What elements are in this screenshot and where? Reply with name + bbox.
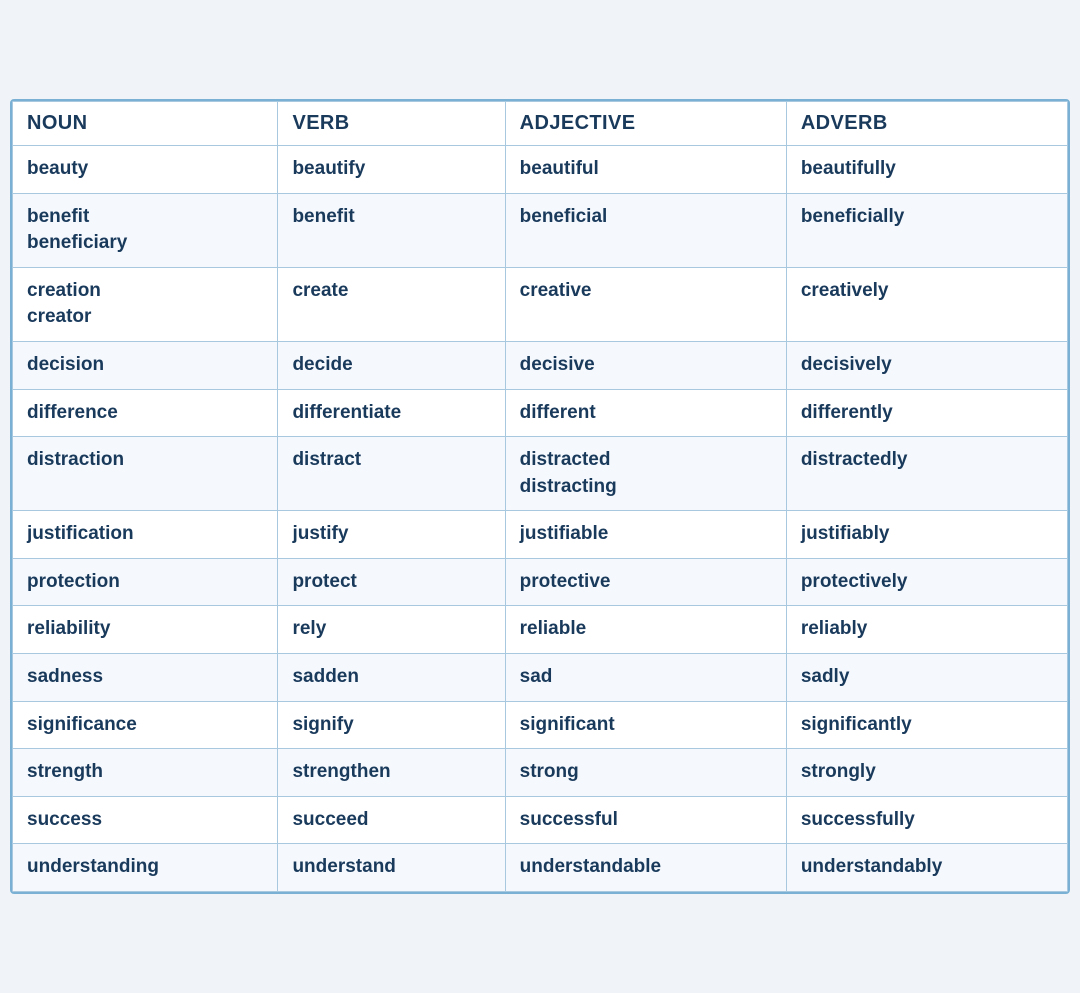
cell-noun: benefitbeneficiary xyxy=(13,193,278,267)
cell-verb: sadden xyxy=(278,654,505,702)
cell-noun: sadness xyxy=(13,654,278,702)
cell-noun: reliability xyxy=(13,606,278,654)
header-noun: NOUN xyxy=(13,101,278,145)
cell-adverb: successfully xyxy=(786,796,1067,844)
cell-verb: decide xyxy=(278,341,505,389)
table-row: successsucceedsuccessfulsuccessfully xyxy=(13,796,1068,844)
cell-noun: understanding xyxy=(13,844,278,892)
cell-verb: create xyxy=(278,267,505,341)
cell-noun: significance xyxy=(13,701,278,749)
table-row: benefitbeneficiarybenefitbeneficialbenef… xyxy=(13,193,1068,267)
table-row: protectionprotectprotectiveprotectively xyxy=(13,558,1068,606)
table-row: decisiondecidedecisivedecisively xyxy=(13,341,1068,389)
cell-adjective: understandable xyxy=(505,844,786,892)
table-row: understandingunderstandunderstandableund… xyxy=(13,844,1068,892)
cell-verb: beautify xyxy=(278,145,505,193)
cell-adjective: distracteddistracting xyxy=(505,437,786,511)
cell-noun: distraction xyxy=(13,437,278,511)
cell-verb: distract xyxy=(278,437,505,511)
table-row: sadnesssaddensadsadly xyxy=(13,654,1068,702)
cell-adverb: reliably xyxy=(786,606,1067,654)
table-row: justificationjustifyjustifiablejustifiab… xyxy=(13,511,1068,559)
cell-adverb: sadly xyxy=(786,654,1067,702)
table-row: significancesignifysignificantsignifican… xyxy=(13,701,1068,749)
table-header-row: NOUN VERB ADJECTIVE ADVERB xyxy=(13,101,1068,145)
cell-verb: benefit xyxy=(278,193,505,267)
cell-adjective: strong xyxy=(505,749,786,797)
cell-adverb: creatively xyxy=(786,267,1067,341)
header-verb: VERB xyxy=(278,101,505,145)
cell-adjective: successful xyxy=(505,796,786,844)
table-row: reliabilityrelyreliablereliably xyxy=(13,606,1068,654)
cell-adverb: understandably xyxy=(786,844,1067,892)
cell-adjective: significant xyxy=(505,701,786,749)
cell-noun: creationcreator xyxy=(13,267,278,341)
cell-adverb: beautifully xyxy=(786,145,1067,193)
cell-adverb: decisively xyxy=(786,341,1067,389)
cell-verb: justify xyxy=(278,511,505,559)
cell-adjective: different xyxy=(505,389,786,437)
cell-verb: differentiate xyxy=(278,389,505,437)
cell-noun: protection xyxy=(13,558,278,606)
cell-verb: protect xyxy=(278,558,505,606)
cell-adjective: protective xyxy=(505,558,786,606)
header-adverb: ADVERB xyxy=(786,101,1067,145)
cell-adverb: differently xyxy=(786,389,1067,437)
table-row: distractiondistractdistracteddistracting… xyxy=(13,437,1068,511)
word-forms-table-wrapper: NOUN VERB ADJECTIVE ADVERB beautybeautif… xyxy=(10,99,1070,894)
cell-verb: strengthen xyxy=(278,749,505,797)
table-row: differencedifferentiatedifferentdifferen… xyxy=(13,389,1068,437)
cell-adjective: reliable xyxy=(505,606,786,654)
cell-adjective: beautiful xyxy=(505,145,786,193)
cell-adjective: creative xyxy=(505,267,786,341)
cell-adverb: protectively xyxy=(786,558,1067,606)
cell-noun: justification xyxy=(13,511,278,559)
cell-adjective: justifiable xyxy=(505,511,786,559)
cell-adjective: beneficial xyxy=(505,193,786,267)
cell-adjective: decisive xyxy=(505,341,786,389)
cell-verb: succeed xyxy=(278,796,505,844)
cell-adverb: strongly xyxy=(786,749,1067,797)
cell-noun: beauty xyxy=(13,145,278,193)
cell-verb: rely xyxy=(278,606,505,654)
cell-noun: difference xyxy=(13,389,278,437)
cell-noun: decision xyxy=(13,341,278,389)
header-adjective: ADJECTIVE xyxy=(505,101,786,145)
table-row: creationcreatorcreatecreativecreatively xyxy=(13,267,1068,341)
cell-adverb: significantly xyxy=(786,701,1067,749)
table-row: beautybeautifybeautifulbeautifully xyxy=(13,145,1068,193)
table-row: strengthstrengthenstrongstrongly xyxy=(13,749,1068,797)
cell-noun: success xyxy=(13,796,278,844)
word-forms-table: NOUN VERB ADJECTIVE ADVERB beautybeautif… xyxy=(12,101,1068,892)
cell-adverb: beneficially xyxy=(786,193,1067,267)
cell-noun: strength xyxy=(13,749,278,797)
cell-verb: signify xyxy=(278,701,505,749)
cell-verb: understand xyxy=(278,844,505,892)
cell-adjective: sad xyxy=(505,654,786,702)
cell-adverb: distractedly xyxy=(786,437,1067,511)
cell-adverb: justifiably xyxy=(786,511,1067,559)
